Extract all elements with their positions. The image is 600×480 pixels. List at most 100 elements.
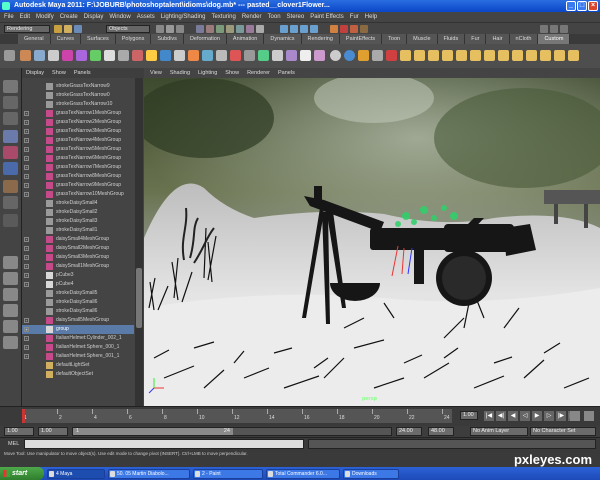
minimize-button[interactable]: _	[566, 1, 576, 11]
anim-prefs-icon[interactable]	[584, 411, 594, 421]
outliner-row[interactable]: defaultObjectSet	[22, 370, 134, 379]
shelf-tool-icon[interactable]	[314, 50, 325, 61]
attribute-editor-toggle-icon[interactable]	[550, 25, 558, 33]
layout-single-icon[interactable]	[3, 256, 18, 269]
select-by-deform-icon[interactable]	[236, 25, 244, 33]
ipr-render-icon[interactable]	[350, 25, 358, 33]
sphere-icon[interactable]	[330, 50, 341, 61]
menu-item[interactable]: Fur	[350, 12, 359, 22]
menu-item[interactable]: Texturing	[211, 12, 235, 22]
lasso-tool-icon[interactable]	[3, 96, 18, 109]
hierarchy-mode-icon[interactable]	[156, 25, 164, 33]
select-by-dynamic-icon[interactable]	[246, 25, 254, 33]
expand-icon[interactable]: +	[24, 129, 29, 134]
move-tool-icon[interactable]	[3, 130, 18, 143]
shelf-tab[interactable]: Deformation	[183, 34, 227, 44]
scale-tool-icon[interactable]	[3, 162, 18, 175]
play-back-icon[interactable]: ◁	[520, 411, 530, 421]
expand-icon[interactable]: +	[24, 246, 29, 251]
shelf-tool-icon[interactable]	[540, 50, 551, 61]
shelf-tool-icon[interactable]	[258, 50, 269, 61]
maximize-button[interactable]: □	[577, 1, 587, 11]
shelf-tool-icon[interactable]	[386, 50, 397, 61]
component-mode-icon[interactable]	[176, 25, 184, 33]
select-by-joint-icon[interactable]	[206, 25, 214, 33]
shelf-tool-icon[interactable]	[470, 50, 481, 61]
shelf-tool-icon[interactable]	[62, 50, 73, 61]
outliner-menu-show[interactable]: Show	[52, 68, 66, 78]
expand-icon[interactable]: +	[24, 327, 29, 332]
shelf-tool-icon[interactable]	[554, 50, 565, 61]
outliner-row[interactable]: + daisySmall4MeshGroup	[22, 235, 134, 244]
outliner-row[interactable]: + grassTexNarrow1MeshGroup	[22, 109, 134, 118]
shelf-tool-icon[interactable]	[414, 50, 425, 61]
menu-item[interactable]: Window	[109, 12, 130, 22]
menu-item[interactable]: Display	[84, 12, 104, 22]
range-handle[interactable]: 1 24	[73, 428, 233, 435]
menu-item[interactable]: Toon	[268, 12, 281, 22]
outliner-row[interactable]: strokeDaisySmall6	[22, 307, 134, 316]
select-by-render-icon[interactable]	[256, 25, 264, 33]
shelf-tool-icon[interactable]	[442, 50, 453, 61]
expand-icon[interactable]: +	[24, 354, 29, 359]
shelf-tool-icon[interactable]	[34, 50, 45, 61]
key-icon[interactable]	[570, 411, 580, 421]
shelf-tool-icon[interactable]	[76, 50, 87, 61]
paint-select-tool-icon[interactable]	[3, 112, 18, 125]
manipulator-tool-icon[interactable]	[3, 180, 18, 193]
shelf-tool-icon[interactable]	[512, 50, 523, 61]
shelf-tool-icon[interactable]	[216, 50, 227, 61]
outliner-row[interactable]: strokeDaisySmall6	[22, 298, 134, 307]
channel-box-toggle-icon[interactable]	[540, 25, 548, 33]
taskbar-item-downloads[interactable]: Downloads	[343, 468, 399, 479]
expand-icon[interactable]: +	[24, 165, 29, 170]
shelf-tool-icon[interactable]	[90, 50, 101, 61]
taskbar-item-total-commander[interactable]: Total Commander 6.0...	[266, 468, 340, 479]
outliner-row[interactable]: + pCube4	[22, 280, 134, 289]
menu-item[interactable]: File	[4, 12, 14, 22]
outliner-row[interactable]: + grassTexNarrow4MeshGroup	[22, 136, 134, 145]
expand-icon[interactable]: +	[24, 255, 29, 260]
shelf-tab[interactable]: General	[18, 34, 51, 44]
menu-item[interactable]: Create	[60, 12, 78, 22]
shelf-menu-icon[interactable]	[4, 50, 15, 61]
last-tool-icon[interactable]	[3, 214, 18, 227]
mel-input[interactable]	[24, 439, 304, 449]
outliner-row[interactable]: strokeGrassTexNarrow0	[22, 91, 134, 100]
outliner-row[interactable]: strokeDaisySmall4	[22, 199, 134, 208]
shelf-tool-icon[interactable]	[484, 50, 495, 61]
expand-icon[interactable]: +	[24, 183, 29, 188]
shelf-tab[interactable]: Animation	[226, 34, 265, 44]
outliner-row[interactable]: + ItalianHelmet:Cylinder_002_1	[22, 334, 134, 343]
outliner-row[interactable]: strokeGrassTexNarrow9	[22, 82, 134, 91]
shelf-tool-icon[interactable]	[118, 50, 129, 61]
shelf-tool-icon[interactable]	[202, 50, 213, 61]
new-scene-icon[interactable]	[54, 25, 62, 33]
playback-end-field[interactable]: 24.00	[396, 427, 422, 436]
outliner-row[interactable]: + grassTexNarrow3MeshGroup	[22, 127, 134, 136]
outliner-row[interactable]: + daisySmall3MeshGroup	[22, 253, 134, 262]
shelf-tab[interactable]: Polygons	[115, 34, 152, 44]
expand-icon[interactable]: +	[24, 147, 29, 152]
shelf-tool-icon[interactable]	[372, 50, 383, 61]
shelf-tool-icon[interactable]	[358, 50, 369, 61]
outliner-scrollbar[interactable]	[135, 78, 143, 406]
menu-item[interactable]: Help	[365, 12, 377, 22]
tool-settings-toggle-icon[interactable]	[560, 25, 568, 33]
range-bar[interactable]: 1 24	[72, 427, 392, 436]
snap-grid-icon[interactable]	[280, 25, 288, 33]
current-frame-marker[interactable]	[22, 409, 25, 423]
snap-view-plane-icon[interactable]	[310, 25, 318, 33]
outliner-row[interactable]: strokeDaisySmall3	[22, 217, 134, 226]
layout-hypershade-icon[interactable]	[3, 320, 18, 333]
outliner-row[interactable]: + grassTexNarrow6MeshGroup	[22, 154, 134, 163]
shelf-tool-icon[interactable]	[20, 50, 31, 61]
menu-item[interactable]: Render	[242, 12, 262, 22]
save-scene-icon[interactable]	[74, 25, 82, 33]
viewport-menu-show[interactable]: Show	[225, 68, 239, 78]
shelf-tool-icon[interactable]	[428, 50, 439, 61]
taskbar-item-maya[interactable]: 4 Maya	[47, 468, 105, 479]
shelf-tab[interactable]: Surfaces	[81, 34, 116, 44]
shelf-tool-icon[interactable]	[526, 50, 537, 61]
go-start-icon[interactable]: |◀	[484, 411, 494, 421]
